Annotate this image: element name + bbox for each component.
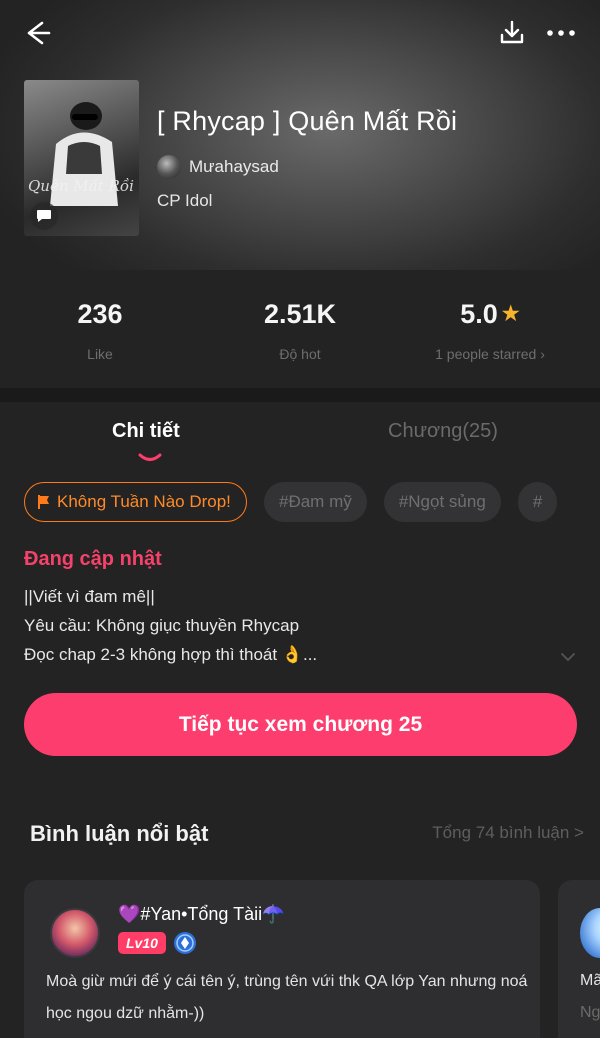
likes-value: 236 bbox=[77, 299, 123, 329]
author-name: Mưahaysad bbox=[189, 157, 279, 176]
hot-value: 2.51K bbox=[263, 299, 337, 329]
stat-rating[interactable]: 5.0 ★ 1 people starred › bbox=[390, 296, 590, 362]
description-line: ||Viết vì đam mê|| bbox=[24, 587, 155, 606]
likes-label: Like bbox=[87, 346, 113, 362]
story-description[interactable]: ||Viết vì đam mê|| Yêu cầu: Không giục t… bbox=[24, 582, 564, 669]
comment-text: Mã bbox=[580, 972, 600, 989]
update-status: Đang cập nhật bbox=[24, 548, 162, 570]
flag-icon bbox=[38, 495, 49, 509]
tab-chapters[interactable]: Chương(25) bbox=[388, 420, 498, 443]
comment-icon[interactable] bbox=[30, 202, 58, 230]
back-arrow-icon[interactable] bbox=[24, 18, 54, 48]
story-cover[interactable]: Quên Mất Rồi bbox=[24, 80, 139, 236]
more-icon[interactable] bbox=[544, 18, 578, 48]
tag-ngot-sung[interactable]: #Ngọt sủng bbox=[383, 482, 501, 522]
tag-label: Không Tuần Nào Drop! bbox=[57, 492, 231, 511]
avatar[interactable] bbox=[580, 908, 600, 958]
comment-text: Moà giừ mứi để ý cái tên ý, trùng tên vứ… bbox=[46, 973, 528, 1022]
continue-reading-button[interactable]: Tiếp tục xem chương 25 bbox=[24, 693, 577, 756]
comment-text: Ng bbox=[580, 1004, 600, 1021]
verified-icon bbox=[174, 932, 196, 954]
star-icon: ★ bbox=[501, 303, 520, 325]
section-divider bbox=[0, 388, 600, 402]
description-line: Yêu cầu: Không giục thuyền Rhycap bbox=[24, 616, 300, 635]
comments-title: Bình luận nổi bật bbox=[30, 821, 209, 846]
rating-value: 5.0 bbox=[460, 299, 498, 329]
top-bar bbox=[0, 0, 600, 64]
avatar bbox=[157, 155, 181, 179]
comment-card[interactable]: 💜#Yan•Tổng Tàii☂️ Lv10 Moà giừ mứi để ý … bbox=[24, 880, 540, 1038]
tag-drop[interactable]: Không Tuần Nào Drop! bbox=[24, 482, 247, 522]
comments-total-link[interactable]: Tổng 74 bình luận > bbox=[432, 823, 584, 843]
tag-list: Không Tuần Nào Drop! #Đam mỹ #Ngọt sủng … bbox=[24, 482, 600, 524]
story-content: Chi tiết Chương(25) Không Tuần Nào Drop!… bbox=[0, 402, 600, 1038]
stat-hot: 2.51K Độ hot bbox=[200, 296, 400, 362]
author-row[interactable]: Mưahaysad bbox=[157, 155, 279, 179]
stat-likes: 236 Like bbox=[0, 296, 200, 362]
tag-more[interactable]: # bbox=[517, 482, 558, 522]
tab-indicator bbox=[138, 453, 162, 461]
stats-card: 236 Like 2.51K Độ hot 5.0 ★ 1 people star… bbox=[0, 270, 600, 388]
tab-detail[interactable]: Chi tiết bbox=[112, 420, 180, 443]
download-icon[interactable] bbox=[497, 18, 527, 48]
chevron-down-icon[interactable] bbox=[560, 652, 576, 662]
description-line: Đọc chap 2-3 không hợp thì thoát 👌... bbox=[24, 645, 318, 664]
comment-card[interactable]: Mã Ng bbox=[558, 880, 600, 1038]
hot-label: Độ hot bbox=[279, 346, 321, 362]
avatar[interactable] bbox=[50, 908, 100, 958]
story-header: Quên Mất Rồi [ Rhycap ] Quên Mất Rồi Mưa… bbox=[0, 0, 600, 290]
commenter-name[interactable]: 💜#Yan•Tổng Tàii☂️ bbox=[118, 904, 285, 925]
level-badge: Lv10 bbox=[118, 932, 166, 954]
cover-title-text: Quên Mất Rồi bbox=[28, 177, 134, 195]
story-title: [ Rhycap ] Quên Mất Rồi bbox=[157, 106, 458, 136]
rating-value-row: 5.0 ★ bbox=[390, 296, 590, 332]
story-genre[interactable]: CP Idol bbox=[157, 191, 212, 211]
rating-label[interactable]: 1 people starred › bbox=[390, 346, 590, 362]
tag-dam-my[interactable]: #Đam mỹ bbox=[264, 482, 367, 522]
